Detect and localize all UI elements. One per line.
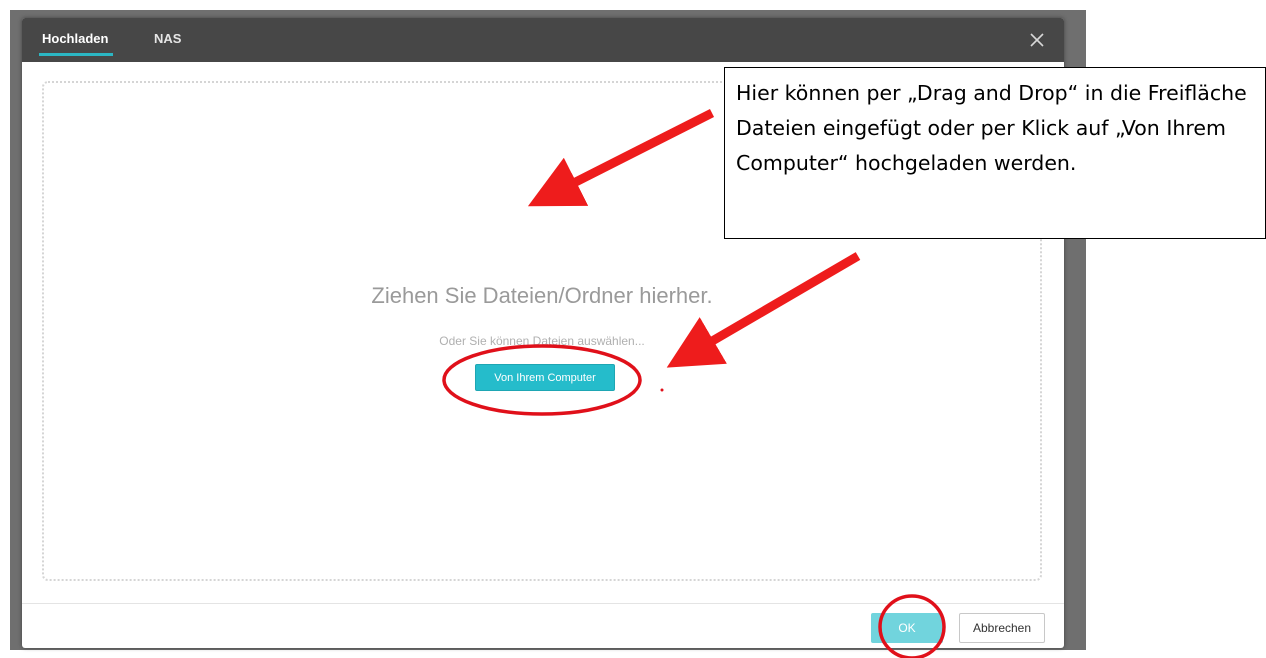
active-tab-indicator [39,53,114,56]
tab-hochladen[interactable]: Hochladen [39,31,114,56]
tab-nas[interactable]: NAS [154,31,181,46]
cancel-button[interactable]: Abbrechen [959,613,1045,643]
footer-divider [22,603,1064,604]
dialog-header: Hochladen NAS [22,18,1064,62]
drop-zone-title: Ziehen Sie Dateien/Ordner hierher. [371,283,713,308]
tab-nas-label: NAS [154,31,182,46]
drop-zone-subtitle: Oder Sie können Dateien auswählen... [439,334,645,348]
tab-hochladen-label: Hochladen [42,31,109,46]
close-icon [1030,33,1044,47]
close-button[interactable] [1025,28,1049,52]
ok-button[interactable]: OK [871,613,943,643]
from-computer-button[interactable]: Von Ihrem Computer [475,364,615,391]
annotation-callout: Hier können per „Drag and Drop“ in die F… [724,67,1266,239]
